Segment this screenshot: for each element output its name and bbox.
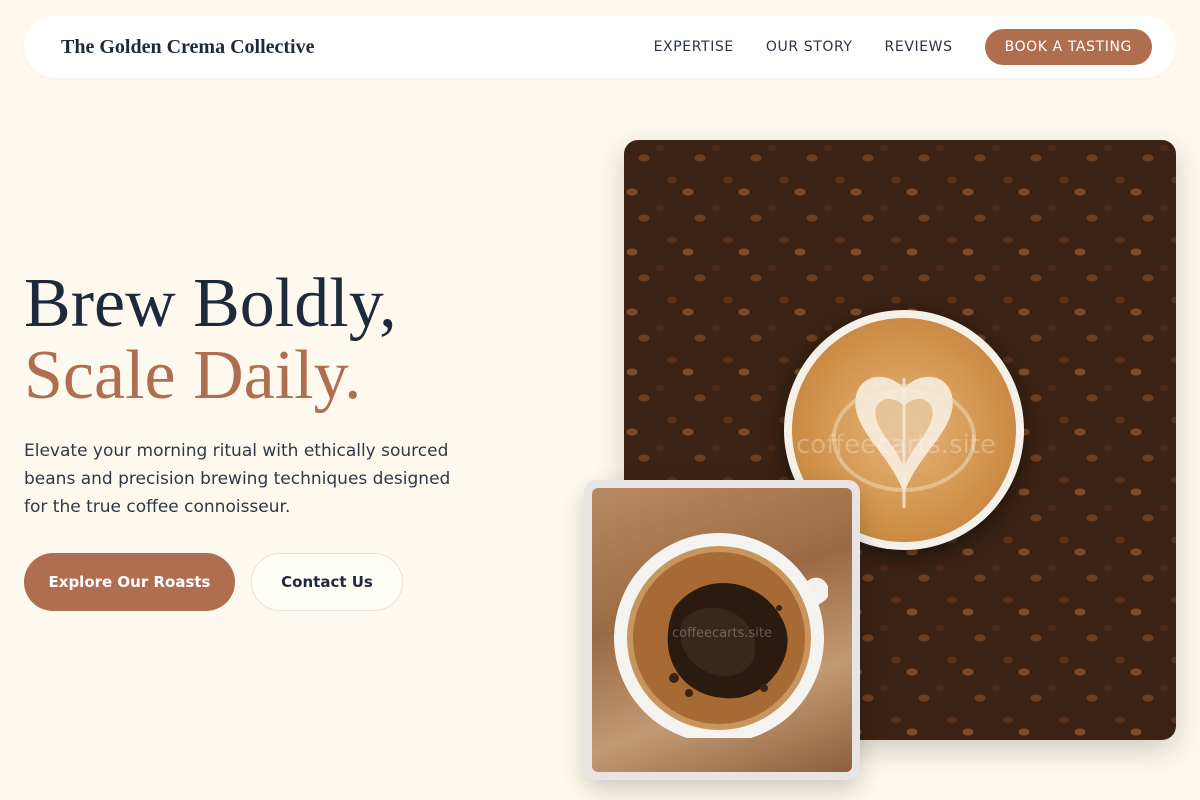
headline-line-1: Brew Boldly,: [24, 265, 397, 342]
brand-logo[interactable]: The Golden Crema Collective: [61, 36, 314, 59]
contact-us-button[interactable]: Contact Us: [251, 553, 403, 611]
inset-image-frame: coffeecarts.site: [584, 480, 860, 780]
nav-link-expertise[interactable]: EXPERTISE: [654, 39, 734, 55]
hero-description: Elevate your morning ritual with ethical…: [24, 441, 451, 517]
top-navbar: The Golden Crema Collective EXPERTISE OU…: [24, 16, 1176, 78]
hero-headline: Brew Boldly, Scale Daily.: [24, 268, 397, 412]
nav-link-reviews[interactable]: REVIEWS: [885, 39, 953, 55]
nav-link-our-story[interactable]: OUR STORY: [766, 39, 853, 55]
main-image-watermark: coffeecarts.site: [796, 430, 996, 460]
espresso-cup-image: coffeecarts.site: [592, 488, 852, 772]
explore-roasts-button[interactable]: Explore Our Roasts: [24, 553, 235, 611]
nav-links: EXPERTISE OUR STORY REVIEWS BOOK A TASTI…: [654, 29, 1152, 65]
headline-line-2: Scale Daily.: [24, 337, 362, 414]
inset-image-watermark: coffeecarts.site: [672, 626, 772, 641]
book-tasting-button[interactable]: BOOK A TASTING: [984, 29, 1152, 65]
